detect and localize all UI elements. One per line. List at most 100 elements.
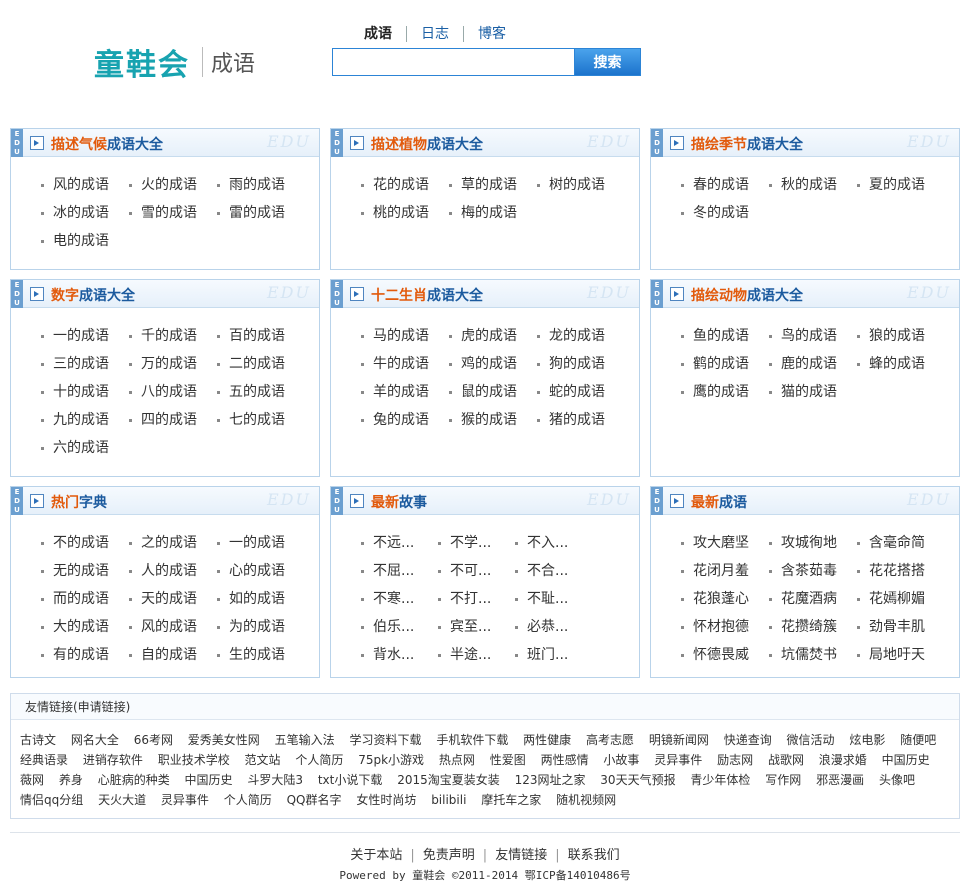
list-item[interactable]: 不学... — [438, 529, 515, 557]
list-item[interactable]: 花攒绮簇 — [769, 613, 857, 641]
list-item[interactable]: 不屈... — [361, 557, 438, 585]
list-item[interactable]: 花的成语 — [361, 171, 449, 199]
friend-link[interactable]: 灵异事件 — [161, 793, 209, 807]
list-item[interactable]: 火的成语 — [129, 171, 217, 199]
list-item[interactable]: 半途... — [438, 641, 515, 669]
friend-link[interactable]: 天火大道 — [98, 793, 146, 807]
friend-link[interactable]: 手机软件下载 — [436, 733, 508, 747]
footer-link[interactable]: 联系我们 — [560, 848, 628, 863]
list-item[interactable]: 必恭... — [515, 613, 592, 641]
list-item[interactable]: 鹤的成语 — [681, 350, 769, 378]
list-item[interactable]: 万的成语 — [129, 350, 217, 378]
friend-link[interactable]: 经典语录 — [20, 753, 68, 767]
list-item[interactable]: 天的成语 — [129, 585, 217, 613]
friend-link[interactable]: 灵异事件 — [654, 753, 702, 767]
category-box-title[interactable]: 数字成语大全 — [51, 285, 135, 305]
friend-link[interactable]: 随便吧 — [900, 733, 936, 747]
list-item[interactable]: 怀德畏威 — [681, 641, 769, 669]
list-item[interactable]: 花闭月羞 — [681, 557, 769, 585]
friend-link[interactable]: 2015淘宝夏装女装 — [397, 773, 500, 787]
list-item[interactable]: 秋的成语 — [769, 171, 857, 199]
list-item[interactable]: 八的成语 — [129, 378, 217, 406]
list-item[interactable]: 牛的成语 — [361, 350, 449, 378]
friend-link[interactable]: 中国历史 — [185, 773, 233, 787]
friend-link[interactable]: 两性感情 — [541, 753, 589, 767]
list-item[interactable]: 春的成语 — [681, 171, 769, 199]
category-box-title[interactable]: 最新成语 — [691, 492, 747, 512]
list-item[interactable]: 花花搭搭 — [857, 557, 945, 585]
category-box-title[interactable]: 描述植物成语大全 — [371, 134, 483, 154]
list-item[interactable]: 之的成语 — [129, 529, 217, 557]
friend-link[interactable]: 心脏病的种类 — [98, 773, 170, 787]
tab-boke[interactable]: 博客 — [463, 26, 520, 42]
list-item[interactable]: 花狼蓬心 — [681, 585, 769, 613]
friend-link[interactable]: bilibili — [431, 793, 466, 807]
friend-link[interactable]: 范文站 — [245, 753, 281, 767]
friend-link[interactable]: 快递查询 — [724, 733, 772, 747]
list-item[interactable]: 风的成语 — [41, 171, 129, 199]
list-item[interactable]: 冰的成语 — [41, 199, 129, 227]
search-button[interactable]: 搜索 — [574, 48, 641, 76]
list-item[interactable]: 猴的成语 — [449, 406, 537, 434]
footer-link[interactable]: 关于本站 — [342, 848, 410, 863]
list-item[interactable]: 攻城徇地 — [769, 529, 857, 557]
site-logo[interactable]: 童鞋会 成语 — [94, 40, 255, 84]
list-item[interactable]: 雷的成语 — [217, 199, 305, 227]
list-item[interactable]: 不寒... — [361, 585, 438, 613]
list-item[interactable]: 自的成语 — [129, 641, 217, 669]
category-box-title[interactable]: 热门字典 — [51, 492, 107, 512]
list-item[interactable]: 狼的成语 — [857, 322, 945, 350]
list-item[interactable]: 鱼的成语 — [681, 322, 769, 350]
list-item[interactable]: 电的成语 — [41, 227, 129, 255]
list-item[interactable]: 一的成语 — [41, 322, 129, 350]
list-item[interactable]: 猪的成语 — [537, 406, 625, 434]
list-item[interactable]: 不打... — [438, 585, 515, 613]
list-item[interactable]: 鸡的成语 — [449, 350, 537, 378]
list-item[interactable]: 蜂的成语 — [857, 350, 945, 378]
friend-link[interactable]: 个人简历 — [295, 753, 343, 767]
list-item[interactable]: 如的成语 — [217, 585, 305, 613]
friend-link[interactable]: 青少年体检 — [690, 773, 750, 787]
list-item[interactable]: 不的成语 — [41, 529, 129, 557]
list-item[interactable]: 鼠的成语 — [449, 378, 537, 406]
friend-link[interactable]: 小故事 — [603, 753, 639, 767]
friend-link[interactable]: 网名大全 — [71, 733, 119, 747]
friend-link[interactable]: 养身 — [59, 773, 83, 787]
friend-link[interactable]: 两性健康 — [523, 733, 571, 747]
list-item[interactable]: 不远... — [361, 529, 438, 557]
list-item[interactable]: 兔的成语 — [361, 406, 449, 434]
list-item[interactable]: 有的成语 — [41, 641, 129, 669]
tab-chengyu[interactable]: 成语 — [350, 26, 406, 42]
list-item[interactable]: 雪的成语 — [129, 199, 217, 227]
list-item[interactable]: 虎的成语 — [449, 322, 537, 350]
friend-link[interactable]: 写作网 — [765, 773, 801, 787]
friend-link[interactable]: 励志网 — [717, 753, 753, 767]
list-item[interactable]: 一的成语 — [217, 529, 305, 557]
footer-link[interactable]: 免责声明 — [415, 848, 483, 863]
list-item[interactable]: 劲骨丰肌 — [857, 613, 945, 641]
list-item[interactable]: 狗的成语 — [537, 350, 625, 378]
list-item[interactable]: 含茶茹毒 — [769, 557, 857, 585]
list-item[interactable]: 树的成语 — [537, 171, 625, 199]
category-box-title[interactable]: 描绘季节成语大全 — [691, 134, 803, 154]
list-item[interactable]: 千的成语 — [129, 322, 217, 350]
list-item[interactable]: 为的成语 — [217, 613, 305, 641]
friend-link[interactable]: 随机视频网 — [556, 793, 616, 807]
friend-link[interactable]: 头像吧 — [879, 773, 915, 787]
list-item[interactable]: 四的成语 — [129, 406, 217, 434]
friend-link[interactable]: 进销存软件 — [83, 753, 143, 767]
list-item[interactable]: 雨的成语 — [217, 171, 305, 199]
friend-link[interactable]: 爱秀美女性网 — [188, 733, 260, 747]
list-item[interactable]: 七的成语 — [217, 406, 305, 434]
list-item[interactable]: 不可... — [438, 557, 515, 585]
list-item[interactable]: 花嫣柳媚 — [857, 585, 945, 613]
search-input[interactable] — [332, 48, 574, 76]
friend-link[interactable]: 高考志愿 — [586, 733, 634, 747]
list-item[interactable]: 不入... — [515, 529, 592, 557]
friend-link[interactable]: 薇网 — [20, 773, 44, 787]
list-item[interactable]: 不耻... — [515, 585, 592, 613]
list-item[interactable]: 三的成语 — [41, 350, 129, 378]
list-item[interactable]: 五的成语 — [217, 378, 305, 406]
list-item[interactable]: 桃的成语 — [361, 199, 449, 227]
friend-link[interactable]: 摩托车之家 — [481, 793, 541, 807]
